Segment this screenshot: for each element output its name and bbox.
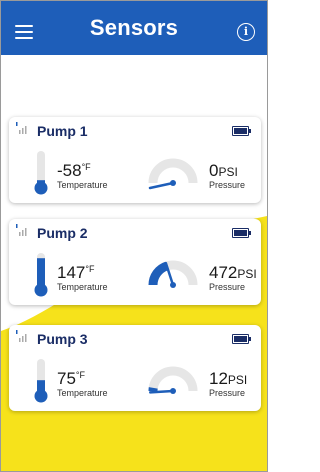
thermometer-icon <box>34 151 48 195</box>
pressure-value: 472PSI <box>209 263 257 282</box>
page-title: Sensors <box>89 15 179 40</box>
pump-card[interactable]: Pump 3 75°F Temperature 12PSI Pressure <box>9 325 261 411</box>
signal-strength-icon <box>16 224 27 236</box>
temperature-label: Temperature <box>57 388 108 398</box>
pressure-gauge-icon <box>148 366 198 394</box>
temperature-label: Temperature <box>57 180 108 190</box>
pump-name: Pump 1 <box>37 123 88 139</box>
pressure-gauge-icon <box>148 158 198 190</box>
battery-icon <box>232 334 251 344</box>
info-icon[interactable]: i <box>237 23 255 41</box>
pump-card[interactable]: Pump 2 147°F Temperature 472PSI Pressure <box>9 219 261 305</box>
app-header: Sensors i <box>1 1 267 55</box>
pressure-label: Pressure <box>209 180 246 190</box>
thermometer-icon <box>34 359 48 403</box>
pressure-value: 12PSI <box>209 369 248 388</box>
pressure-label: Pressure <box>209 282 246 292</box>
signal-strength-icon <box>16 122 27 134</box>
card-header: Pump 3 <box>9 325 261 349</box>
card-header: Pump 1 <box>9 117 261 141</box>
signal-strength-icon <box>16 330 27 342</box>
pump-name: Pump 3 <box>37 331 88 347</box>
battery-icon <box>232 126 251 136</box>
pressure-value: 0PSI <box>209 161 238 180</box>
temperature-value: -58°F <box>57 161 91 180</box>
temperature-value: 75°F <box>57 369 86 388</box>
hamburger-menu-icon[interactable] <box>15 25 33 39</box>
pressure-label: Pressure <box>209 388 246 398</box>
pump-card[interactable]: Pump 1 -58°F Temperature 0PSI Pressure <box>9 117 261 203</box>
card-header: Pump 2 <box>9 219 261 243</box>
pressure-gauge-icon <box>148 260 198 288</box>
pump-name: Pump 2 <box>37 225 88 241</box>
temperature-value: 147°F <box>57 263 95 282</box>
temperature-label: Temperature <box>57 282 108 292</box>
app-frame: Sensors i Pump 1 -58°F Temperature 0PSI … <box>0 0 268 472</box>
battery-icon <box>232 228 251 238</box>
thermometer-icon <box>34 253 48 297</box>
